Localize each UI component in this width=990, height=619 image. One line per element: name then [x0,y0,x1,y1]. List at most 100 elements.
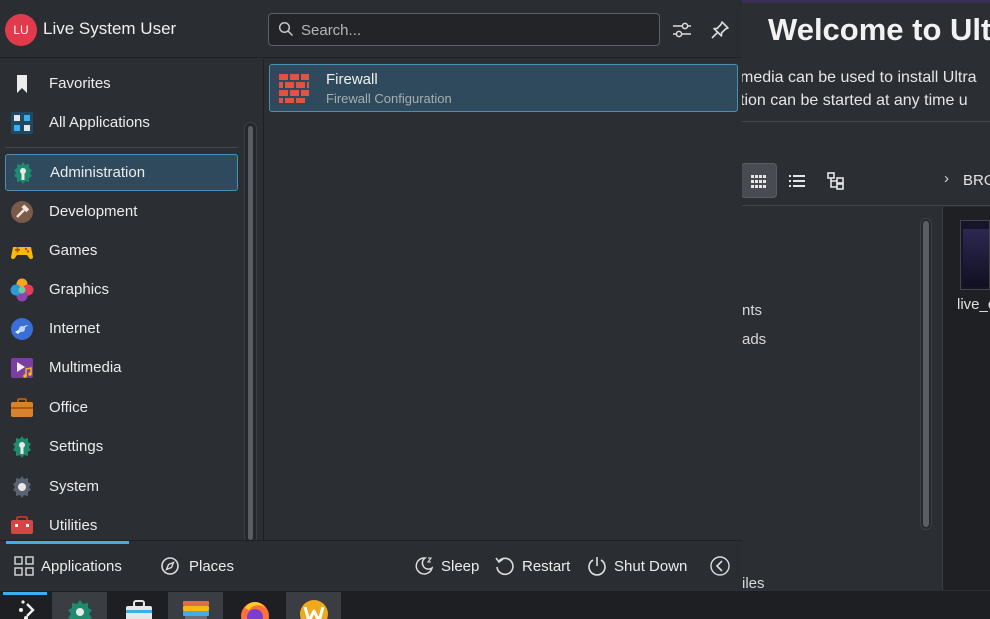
category-administration[interactable]: Administration [5,154,238,191]
category-all-applications[interactable]: All Applications [5,105,238,142]
sleep-icon [415,557,434,575]
category-separator [5,147,238,148]
tab-applications[interactable]: Applications [6,541,129,591]
category-label: Settings [49,438,104,455]
app-name: Firewall [326,71,378,88]
category-multimedia[interactable]: Multimedia [5,350,238,387]
places-item-downloads[interactable]: ads [742,331,766,348]
toolbar-divider [742,205,990,206]
active-task-indicator [3,592,47,595]
configure-button[interactable] [668,16,696,44]
taskbar [0,590,990,619]
search-icon [278,21,294,37]
search-box[interactable] [268,13,660,46]
taskbar-store[interactable] [111,592,166,619]
tree-view-icon [827,171,844,190]
launcher-header: LU Live System User [0,0,742,58]
category-system[interactable]: System [5,469,238,506]
tab-places[interactable]: Places [160,541,240,591]
bookmark-icon [17,75,27,93]
application-launcher: LU Live System User Search... Favorites … [0,0,742,590]
file-thumbnail[interactable] [960,220,990,290]
sliders-icon [673,22,691,38]
launcher-icon [18,600,35,619]
pin-icon [711,21,729,39]
taskbar-welcome[interactable] [286,592,341,619]
taskbar-firefox[interactable] [227,592,282,619]
shutdown-label: Shut Down [614,557,688,575]
welcome-app-icon [299,600,328,619]
active-tab-indicator [6,541,129,544]
games-icon [11,247,33,260]
internet-icon [11,318,33,340]
more-actions-button[interactable] [709,553,731,579]
category-label: Administration [50,164,146,181]
search-input[interactable] [301,18,651,42]
pin-button[interactable] [706,16,734,44]
tab-label: Applications [41,557,122,575]
list-view-icon [789,174,805,187]
administration-icon [14,162,32,184]
sidebar-scrollbar[interactable] [920,218,932,530]
firewall-icon [279,74,309,103]
firefox-icon [240,602,269,619]
category-favorites[interactable]: Favorites [5,66,238,103]
file-name[interactable]: live_c [957,296,990,313]
taskbar-discover[interactable] [52,592,107,619]
power-icon [588,557,606,576]
category-games[interactable]: Games [5,233,238,270]
user-name: Live System User [43,19,177,38]
details-view-button[interactable] [779,163,815,198]
places-item-documents[interactable]: nts [742,302,762,319]
breadcrumb[interactable]: BRO [963,172,990,189]
sleep-button[interactable]: Sleep [413,553,479,579]
background-divider [742,121,990,122]
grid-view-icon [751,174,766,188]
office-icon [11,398,33,417]
multimedia-icon [11,358,33,378]
category-list: Favorites All Applications Administratio… [0,59,263,544]
category-development[interactable]: Development [5,194,238,231]
welcome-title: Welcome to Ult [768,12,990,47]
icons-view-button[interactable] [741,163,777,198]
system-icon [13,476,31,498]
restart-button[interactable]: Restart [494,553,570,579]
sleep-label: Sleep [441,557,480,575]
category-office[interactable]: Office [5,390,238,427]
tab-label: Places [189,557,235,575]
graphics-icon [10,278,34,302]
avatar[interactable]: LU [5,14,37,46]
all-applications-icon [11,112,33,134]
category-graphics[interactable]: Graphics [5,272,238,309]
restart-label: Restart [522,557,571,575]
utilities-icon [11,516,33,534]
taskbar-launcher[interactable] [0,592,55,619]
category-scrollbar[interactable] [244,122,257,544]
application-list: Firewall Firewall Configuration [264,59,742,540]
shutdown-button[interactable]: Shut Down [586,553,687,579]
app-item-firewall[interactable]: Firewall Firewall Configuration [269,64,738,112]
category-label: Development [49,203,138,220]
welcome-text-line-2: tion can be started at any time u [740,92,968,109]
tree-view-button[interactable] [818,163,854,198]
app-description: Firewall Configuration [326,91,452,106]
category-label: Games [49,242,98,259]
category-internet[interactable]: Internet [5,311,238,348]
development-icon [11,201,33,223]
category-label: Multimedia [49,359,122,376]
launcher-footer: Applications Places Sleep Restart Shut D… [0,540,742,590]
desktop: Welcome to Ult media can be used to inst… [0,0,990,619]
breadcrumb-chevron-icon: › [944,170,949,187]
category-label: Graphics [49,281,110,298]
discover-icon [67,600,92,619]
files-icon [182,601,209,619]
chevron-left-icon [710,556,730,576]
restart-icon [495,557,514,576]
category-label: Favorites [49,75,111,92]
taskbar-files[interactable] [168,592,223,619]
welcome-text-line-1: media can be used to install Ultra [740,69,977,86]
category-label: All Applications [49,114,150,131]
category-settings[interactable]: Settings [5,429,238,466]
applications-grid-icon [14,556,34,576]
category-label: Office [49,399,88,416]
